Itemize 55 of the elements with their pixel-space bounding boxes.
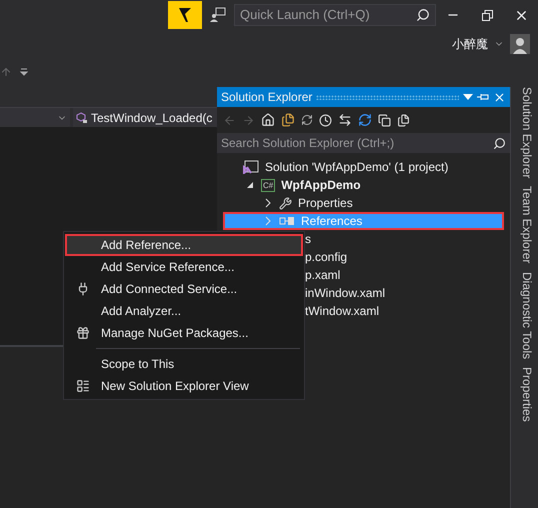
tree-item[interactable]: Properties xyxy=(217,194,510,212)
window-list-icon xyxy=(76,379,90,393)
quick-launch-field[interactable]: Quick Launch (Ctrl+Q) xyxy=(234,4,436,26)
method-icon xyxy=(76,112,88,124)
tree-item-label: References xyxy=(301,213,362,230)
copy-icon[interactable] xyxy=(397,114,410,126)
dropdown-icon[interactable] xyxy=(463,94,473,100)
menu-item[interactable]: Add Connected Service... xyxy=(65,278,303,300)
side-tab[interactable]: Team Explorer xyxy=(515,186,538,264)
arrows-icon[interactable] xyxy=(338,113,352,127)
tree-item-label: Solution 'WpfAppDemo' (1 project) xyxy=(265,159,448,176)
tree-item-label: s xyxy=(305,231,311,248)
restore-icon xyxy=(482,10,492,20)
pending-changes-icon[interactable] xyxy=(319,114,332,126)
tree-item[interactable]: Solution 'WpfAppDemo' (1 project) xyxy=(217,158,510,176)
side-tab[interactable]: Solution Explorer xyxy=(515,87,538,178)
pin-icon[interactable] xyxy=(477,92,489,102)
side-tab[interactable]: Diagnostic Tools xyxy=(515,272,538,359)
notification-button[interactable] xyxy=(168,1,202,29)
search-icon xyxy=(493,136,506,150)
menu-item[interactable]: New Solution Explorer View xyxy=(65,375,303,397)
sync-icon[interactable] xyxy=(301,114,313,126)
overflow-icon[interactable] xyxy=(20,68,28,76)
close-icon[interactable] xyxy=(493,90,506,104)
avatar-icon[interactable] xyxy=(510,34,530,54)
panel-title: Solution Explorer xyxy=(221,89,312,106)
flag-icon xyxy=(178,7,192,23)
menu-item[interactable]: Add Service Reference... xyxy=(65,256,303,278)
gift-icon xyxy=(76,326,90,340)
csharp-project-icon: C# xyxy=(261,178,276,192)
menu-item[interactable]: Add Reference... xyxy=(65,234,303,256)
tree-item[interactable]: C# WpfAppDemo xyxy=(217,176,510,194)
solution-icon xyxy=(243,160,259,174)
menu-item[interactable]: Manage NuGet Packages... xyxy=(65,322,303,344)
user-name[interactable]: 小醉魔 xyxy=(452,34,488,52)
expanded-arrow-icon[interactable] xyxy=(245,180,255,190)
wrench-icon xyxy=(279,196,292,210)
tree-item-label: WpfAppDemo xyxy=(281,177,361,194)
tree-item-label: p.config xyxy=(305,249,348,266)
tree-item-label: Properties xyxy=(298,195,353,212)
up-arrow-icon[interactable] xyxy=(0,66,12,78)
feedback-icon[interactable] xyxy=(210,7,226,23)
refresh-icon[interactable] xyxy=(358,113,372,127)
switch-views-icon[interactable] xyxy=(281,113,295,127)
side-tab[interactable]: Properties xyxy=(515,366,538,422)
search-field[interactable]: Search Solution Explorer (Ctrl+;) xyxy=(217,133,510,153)
plug-icon xyxy=(76,282,90,296)
menu-item[interactable]: Add Analyzer... xyxy=(65,300,303,322)
references-icon xyxy=(279,216,295,226)
home-icon[interactable] xyxy=(261,113,275,127)
menu-item[interactable]: Scope to This xyxy=(65,353,303,375)
collapse-all-icon[interactable] xyxy=(378,114,391,126)
member-combo[interactable]: TestWindow_Loaded(c xyxy=(73,108,217,127)
search-icon xyxy=(416,8,430,22)
tree-item-label: tWindow.xaml xyxy=(305,303,380,320)
